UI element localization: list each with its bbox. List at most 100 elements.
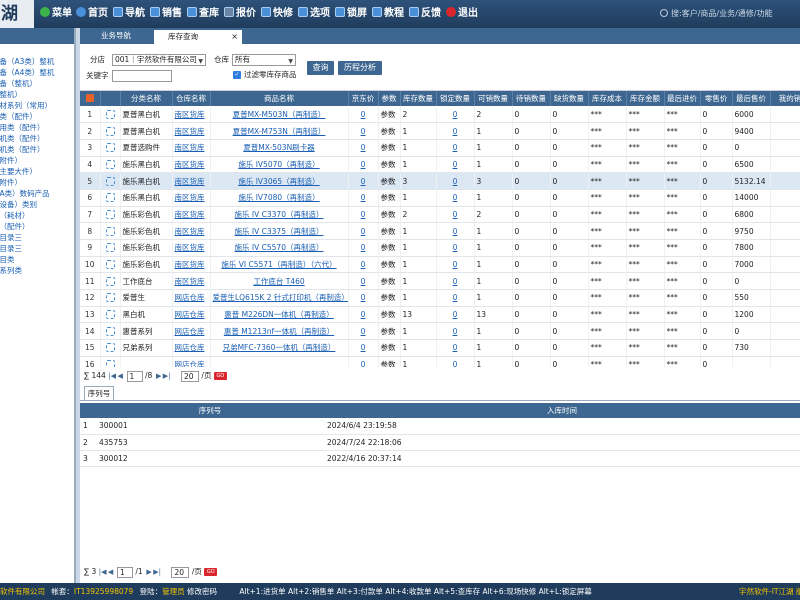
row-action-cell[interactable]	[100, 122, 121, 140]
grid-column-header[interactable]: 零售价	[700, 91, 733, 106]
sidebar-item[interactable]: 常用类（配件）	[0, 122, 74, 133]
jd-price-link[interactable]: 0	[348, 256, 379, 274]
next-page-icon[interactable]: ▶	[155, 369, 163, 383]
table-row[interactable]: 7 施乐彩色机 南区货库 施乐 IV C3370（再制造） 0 参数 2 0 2 0 0 *** ***…	[80, 206, 800, 224]
quote-button[interactable]: 报价	[224, 7, 256, 21]
grid-column-header[interactable]: 缺货数量	[550, 91, 589, 106]
view-detail-icon[interactable]	[105, 293, 115, 303]
branch-select[interactable]: 001｜宇然软件有限公司 ▼	[112, 54, 206, 66]
table-row[interactable]: 6 施乐黑白机 南区货库 施乐 IV7080（再制造） 0 参数 1 0 1 0 0 *** *** **…	[80, 189, 800, 207]
product-name-link[interactable]: 工作底台 T460	[210, 272, 349, 291]
product-name-link[interactable]: 施乐 VI C5571（再制造）（六代）	[210, 256, 349, 274]
warehouse-cell[interactable]: 南区货库	[172, 256, 211, 274]
warehouse-cell[interactable]: 网店仓库	[172, 339, 211, 357]
sidebar-item[interactable]: （附件）	[0, 177, 74, 188]
sidebar-item[interactable]: （附件）	[0, 155, 74, 166]
view-detail-icon[interactable]	[105, 360, 115, 367]
locked-qty-cell[interactable]: 0	[436, 106, 475, 124]
last-page-icon[interactable]: ▶|	[163, 369, 171, 383]
row-action-cell[interactable]	[100, 156, 121, 174]
prev-page-icon[interactable]: ◀	[116, 369, 124, 383]
product-name-link[interactable]: 施乐 IV7080（再制造）	[210, 189, 349, 207]
view-detail-icon[interactable]	[105, 109, 115, 119]
view-detail-icon[interactable]	[105, 243, 115, 253]
first-page-icon[interactable]: |◀	[108, 369, 116, 383]
warehouse-cell[interactable]: 南区货库	[172, 139, 211, 157]
change-password-link[interactable]: 修改密码	[187, 587, 217, 596]
filter-zero-stock-checkbox[interactable]: ✓	[233, 71, 241, 79]
grid-column-header[interactable]: 库存成本	[588, 91, 627, 106]
warehouse-cell[interactable]: 网店仓库	[172, 289, 211, 307]
product-name-link[interactable]: 施乐 IV5070（再制造）	[210, 156, 349, 174]
jd-price-link[interactable]: 0	[348, 306, 379, 324]
sidebar-item[interactable]: 设备（整机）	[0, 78, 74, 89]
view-detail-icon[interactable]	[105, 226, 115, 236]
page-size-input[interactable]: 20	[181, 370, 200, 382]
warehouse-cell[interactable]: 南区货库	[172, 122, 211, 140]
row-action-cell[interactable]	[100, 289, 121, 307]
grid-settings-header[interactable]	[80, 91, 101, 106]
table-row[interactable]: 3 夏普选购件 南区货库 夏普MX-503N刷卡器 0 参数 1 0 1 0 0 *** *** *** 0…	[80, 139, 800, 157]
grid-column-header[interactable]: 参数	[378, 91, 401, 106]
sidebar-item[interactable]: 印机类（配件）	[0, 144, 74, 155]
locked-qty-cell[interactable]: 0	[436, 222, 475, 240]
view-detail-icon[interactable]	[105, 260, 115, 270]
tab-serial-number[interactable]: 序列号	[84, 386, 114, 400]
sidebar-item[interactable]: 用类（配件）	[0, 111, 74, 122]
row-action-cell[interactable]	[100, 172, 121, 190]
warehouse-cell[interactable]: 南区货库	[172, 106, 211, 124]
jd-price-link[interactable]: 0	[348, 222, 379, 240]
warehouse-cell[interactable]: 南区货库	[172, 272, 211, 291]
view-detail-icon[interactable]	[105, 326, 115, 336]
sidebar-item[interactable]: 耗材系列（常用）	[0, 100, 74, 111]
row-action-cell[interactable]	[100, 322, 121, 341]
table-row[interactable]: 8 施乐彩色机 南区货库 施乐 IV C3375（再制造） 0 参数 1 0 1 0 0 *** ***…	[80, 222, 800, 240]
row-action-cell[interactable]	[100, 239, 121, 257]
grid-column-header[interactable]: 仓库名称	[172, 91, 211, 106]
product-name-link[interactable]: 施乐 IV C5570（再制造）	[210, 239, 349, 257]
close-tab-icon[interactable]: ×	[231, 30, 238, 44]
jd-price-link[interactable]: 0	[348, 339, 379, 357]
warehouse-cell[interactable]: 南区货库	[172, 189, 211, 207]
tab-business-navigation[interactable]: 业务导航	[80, 28, 152, 44]
grid-column-header[interactable]: 商品名称	[210, 91, 349, 106]
locked-qty-cell[interactable]: 0	[436, 189, 475, 207]
row-action-cell[interactable]	[100, 139, 121, 157]
warehouse-cell[interactable]: 网店仓库	[172, 322, 211, 341]
locked-qty-cell[interactable]: 0	[436, 289, 475, 307]
view-detail-icon[interactable]	[105, 343, 115, 353]
query-button[interactable]: 查询	[307, 61, 334, 75]
table-row[interactable]: 11 工作底台 南区货库 工作底台 T460 0 参数 1 0 1 0 0 *** *** *** 0 0	[80, 272, 800, 291]
sidebar-item[interactable]: 注目录三	[0, 243, 74, 254]
next-page-icon[interactable]: ▶	[145, 565, 153, 579]
prev-page-icon[interactable]: ◀	[107, 565, 115, 579]
sidebar-item[interactable]: 到（耗材）	[0, 210, 74, 221]
grid-column-header[interactable]: 最后进价	[664, 91, 701, 106]
grid-column-header[interactable]: 分类名称	[120, 91, 173, 106]
jd-price-link[interactable]: 0	[348, 289, 379, 307]
sidebar-item[interactable]: （主要大件）	[0, 166, 74, 177]
table-row[interactable]: 15 兄弟系列 网店仓库 兄弟MFC-7360一体机（再制造） 0 参数 1 0 1 0 0 *** *…	[80, 339, 800, 357]
table-row[interactable]: 3 300012 2022/4/16 20:37:14	[80, 450, 800, 467]
locked-qty-cell[interactable]: 0	[436, 206, 475, 224]
locked-qty-cell[interactable]: 0	[436, 322, 475, 341]
options-button[interactable]: 选项	[298, 7, 330, 21]
view-detail-icon[interactable]	[105, 310, 115, 320]
row-action-cell[interactable]	[100, 256, 121, 274]
product-name-link[interactable]: 施乐 IV C3370（再制造）	[210, 206, 349, 224]
jd-price-link[interactable]: 0	[348, 272, 379, 291]
product-name-link[interactable]: 夏普MX-M753N（再制造）	[210, 122, 349, 140]
locked-qty-cell[interactable]: 0	[436, 272, 475, 291]
view-detail-icon[interactable]	[105, 193, 115, 203]
view-detail-icon[interactable]	[105, 143, 115, 153]
table-row[interactable]: 2 夏普黑白机 南区货库 夏普MX-M753N（再制造） 0 参数 1 0 1 0 0 *** *** *…	[80, 122, 800, 140]
home-button[interactable]: 首页	[76, 7, 108, 21]
table-row[interactable]: 10 施乐彩色机 南区货库 施乐 VI C5571（再制造）（六代） 0 参数 1 0 1 0 0 *…	[80, 256, 800, 274]
keyword-input[interactable]	[112, 70, 172, 82]
jd-price-link[interactable]: 0	[348, 206, 379, 224]
grid-column-header[interactable]: 库存金额	[626, 91, 665, 106]
locked-qty-cell[interactable]: 0	[436, 172, 475, 190]
quick-repair-button[interactable]: 快修	[261, 7, 293, 21]
sidebar-item[interactable]: （A类）数码产品	[0, 188, 74, 199]
grid-settings-icon[interactable]	[85, 94, 94, 102]
